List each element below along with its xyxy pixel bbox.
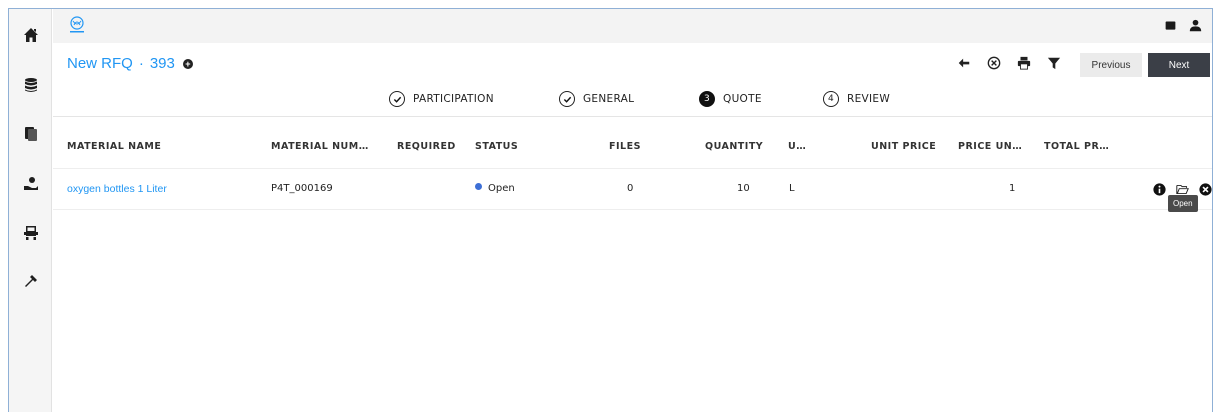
info-icon[interactable] (1153, 183, 1166, 196)
files-count: 0 (627, 183, 634, 194)
print-icon[interactable] (1016, 55, 1032, 71)
check-circle-icon (389, 91, 405, 107)
status-text: Open (488, 183, 515, 194)
hammer-icon[interactable] (9, 269, 52, 293)
col-total-price[interactable]: TOTAL PR… (1044, 141, 1109, 152)
materials-table: MATERIAL NAME MATERIAL NUM… REQUIRED STA… (53, 117, 1212, 210)
col-quantity[interactable]: QUANTITY (705, 141, 763, 152)
cancel-circle-icon[interactable] (986, 55, 1002, 71)
price-unit-value: 1 (1009, 183, 1016, 194)
title-bar: New RFQ · 393 + Previous Next (53, 43, 1212, 83)
user-icon[interactable] (1189, 19, 1202, 32)
step-label: PARTICIPATION (413, 93, 494, 105)
col-unit[interactable]: U… (788, 141, 806, 152)
step-participation[interactable]: PARTICIPATION (389, 91, 494, 107)
transport-icon[interactable] (9, 221, 52, 245)
title-text: New RFQ (67, 55, 133, 72)
table-header: MATERIAL NAME MATERIAL NUM… REQUIRED STA… (53, 117, 1212, 169)
database-icon[interactable] (9, 73, 52, 97)
step-label: QUOTE (723, 93, 762, 105)
material-name-link[interactable]: oxygen bottles 1 Liter (67, 183, 167, 195)
documents-icon[interactable] (9, 122, 52, 146)
step-quote[interactable]: 3 QUOTE (699, 91, 762, 107)
back-arrow-icon[interactable] (956, 55, 972, 71)
remove-circle-icon[interactable] (1199, 183, 1212, 196)
status-cell: Open (475, 183, 515, 194)
col-status[interactable]: STATUS (475, 141, 518, 152)
col-files[interactable]: FILES (609, 141, 641, 152)
step-label: GENERAL (583, 93, 635, 105)
quantity-value: 10 (737, 183, 750, 194)
app-frame: New RFQ · 393 + Previous Next PARTICIPAT… (8, 8, 1213, 412)
thyssenkrupp-logo[interactable] (67, 15, 87, 35)
filter-icon[interactable] (1046, 55, 1062, 71)
step-review[interactable]: 4 REVIEW (823, 91, 890, 107)
page-title: New RFQ · 393 + (67, 55, 193, 72)
home-icon[interactable] (9, 23, 52, 47)
next-button[interactable]: Next (1148, 53, 1210, 77)
step-general[interactable]: GENERAL (559, 91, 634, 107)
window-icon[interactable] (1164, 19, 1177, 32)
check-circle-icon (559, 91, 575, 107)
status-dot-icon (475, 183, 482, 190)
previous-button[interactable]: Previous (1080, 53, 1142, 77)
hand-user-icon[interactable] (9, 172, 52, 196)
stepper: PARTICIPATION GENERAL 3 QUOTE 4 REVIEW (53, 83, 1212, 117)
step-number: 3 (699, 91, 715, 107)
col-unit-price[interactable]: UNIT PRICE (871, 141, 936, 152)
col-material-name[interactable]: MATERIAL NAME (67, 141, 161, 152)
rfq-number: 393 (149, 55, 175, 72)
open-tooltip: Open (1168, 195, 1198, 212)
step-label: REVIEW (847, 93, 891, 105)
col-material-number[interactable]: MATERIAL NUM… (271, 141, 369, 152)
top-bar (53, 9, 1212, 43)
col-price-unit[interactable]: PRICE UN… (958, 141, 1022, 152)
table-row[interactable]: oxygen bottles 1 Liter P4T_000169 Open 0… (53, 169, 1212, 210)
unit-value: L (789, 183, 795, 194)
title-separator: · (138, 55, 144, 72)
col-required[interactable]: REQUIRED (397, 141, 456, 152)
material-number: P4T_000169 (271, 183, 333, 194)
sidebar (9, 9, 52, 412)
step-number: 4 (823, 91, 839, 107)
add-circle-icon[interactable]: + (182, 58, 193, 69)
